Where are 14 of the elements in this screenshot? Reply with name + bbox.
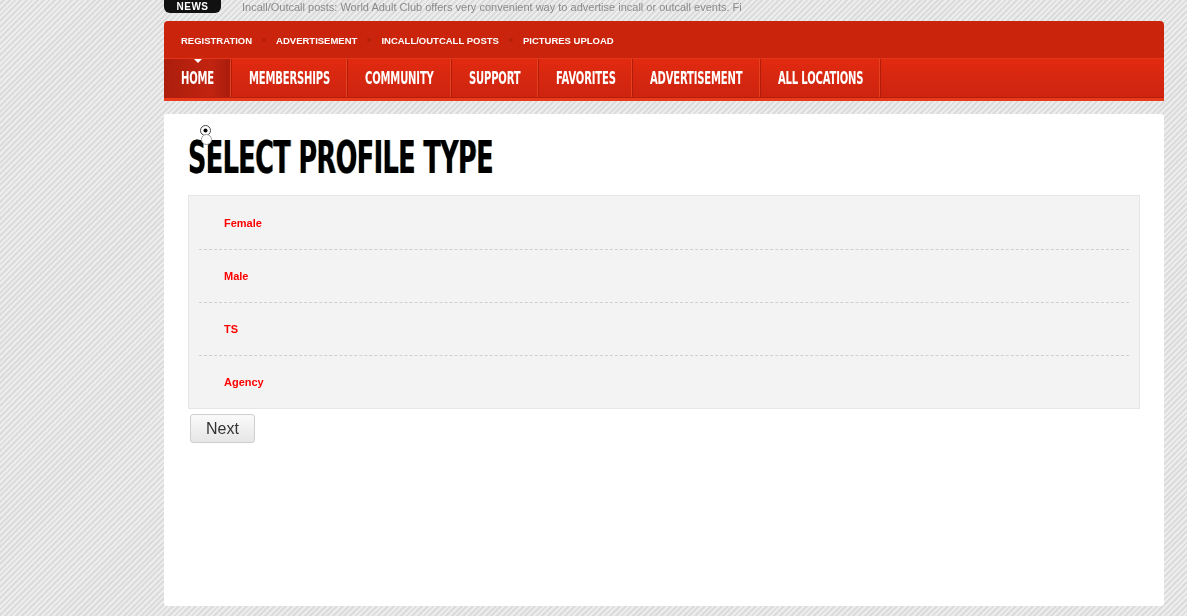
top-menu-link[interactable]: REGISTRATION <box>181 33 253 46</box>
profile-type-label[interactable]: Female <box>224 216 262 229</box>
news-badge: NEWS <box>164 0 221 13</box>
profile-type-label[interactable]: TS <box>224 323 239 335</box>
next-button[interactable]: Next <box>190 414 255 443</box>
profile-type-label[interactable]: Male <box>224 270 249 282</box>
top-menu-link[interactable]: ADVERTISEMENT <box>276 33 358 46</box>
top-menu-link[interactable]: INCALL/OUTCALL POSTS <box>381 33 499 46</box>
profile-type-label[interactable]: Agency <box>224 376 264 388</box>
nav-tab[interactable]: HOME <box>164 59 233 97</box>
top-menu-link[interactable]: PICTURES UPLOAD <box>522 33 614 46</box>
news-ticker-text: Incall/Outcall posts: World Adult Club offers very convenient way to advertise incall or outcall events. Fi <box>242 0 742 13</box>
triangle-icon <box>193 59 202 63</box>
page-title: SELECT PROFILE TYPE <box>188 141 494 175</box>
